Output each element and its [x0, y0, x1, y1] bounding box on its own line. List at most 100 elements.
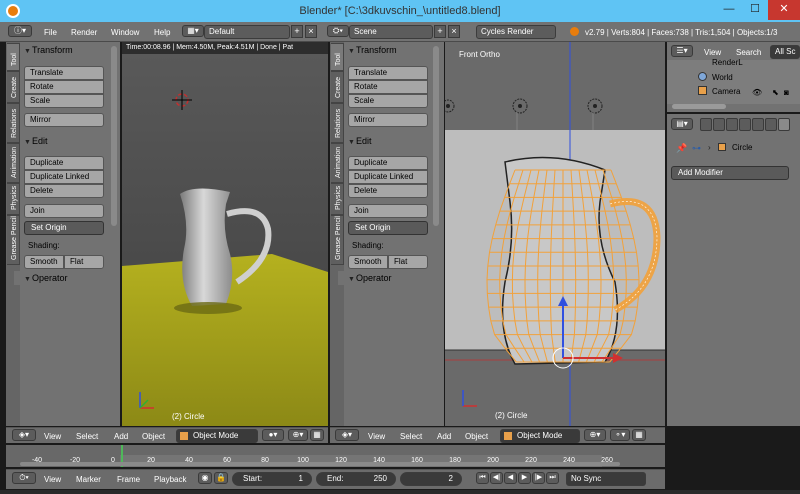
right-vp-mode-select[interactable]: Object Mode	[500, 429, 580, 443]
flat-button-2[interactable]: Flat	[388, 255, 428, 269]
jump-start-icon[interactable]: ⏮	[476, 472, 489, 484]
play-icon[interactable]: ▶	[518, 472, 531, 484]
outliner-scrollbar[interactable]	[672, 104, 726, 109]
outliner-search-menu[interactable]: Search	[736, 48, 761, 57]
current-frame-field[interactable]: 2	[400, 472, 462, 486]
right-vp-layers-icon[interactable]: ▦	[632, 429, 646, 441]
join-button-2[interactable]: Join	[348, 204, 428, 218]
duplicate-button-2[interactable]: Duplicate	[348, 156, 428, 170]
outliner-editor-type-icon[interactable]: ☰▾	[671, 45, 693, 57]
right-vp-pivot-icon[interactable]: ⚬▾	[610, 429, 630, 441]
timeline-marker-menu[interactable]: Marker	[76, 475, 101, 484]
screen-layout-icon[interactable]: ▦▾	[182, 25, 204, 37]
left-vp-layers-icon[interactable]: ▦	[310, 429, 324, 441]
timeline-editor-type-icon[interactable]: ⏱▾	[12, 472, 36, 484]
right-vp-select-menu[interactable]: Select	[400, 432, 422, 441]
rotate-button[interactable]: Rotate	[24, 80, 104, 94]
set-origin-select[interactable]: Set Origin	[24, 221, 104, 235]
transform-section-header[interactable]: ▼Transform	[24, 43, 110, 57]
play-reverse-icon[interactable]: ◀	[504, 472, 517, 484]
flat-button[interactable]: Flat	[64, 255, 104, 269]
layers-tab-icon[interactable]	[713, 118, 725, 131]
info-editor-type-icon[interactable]: ⓘ▾	[8, 25, 32, 37]
left-viewport-rendered[interactable]: Time:00:08.96 | Mem:4.50M, Peak:4.51M | …	[122, 42, 328, 426]
maximize-button[interactable]: ☐	[742, 0, 768, 20]
timeline-scrollbar[interactable]	[20, 462, 620, 466]
scene-select[interactable]: Scene	[349, 25, 433, 39]
right-vp-shading-icon[interactable]: ⊕▾	[584, 429, 606, 441]
add-layout-button[interactable]: +	[291, 25, 303, 38]
tab-relations-2[interactable]: Relations	[331, 103, 344, 143]
remove-layout-button[interactable]: ×	[305, 25, 317, 38]
left-vp-shading-icon[interactable]: ●▾	[262, 429, 284, 441]
right-vp-view-menu[interactable]: View	[368, 432, 385, 441]
timeline-frame-menu[interactable]: Frame	[117, 475, 140, 484]
tab-create-2[interactable]: Create	[331, 71, 344, 103]
eye-icon[interactable]: 👁	[752, 88, 762, 97]
translate-button[interactable]: Translate	[24, 66, 104, 80]
timeline-playback-menu[interactable]: Playback	[154, 475, 186, 484]
mirror-button[interactable]: Mirror	[24, 113, 104, 127]
tab-tool[interactable]: Tool	[7, 43, 20, 71]
constraints-tab-icon[interactable]	[765, 118, 777, 131]
close-button[interactable]: ✕	[768, 0, 800, 20]
join-button[interactable]: Join	[24, 204, 104, 218]
tab-grease-pencil-2[interactable]: Grease Pencil	[331, 215, 344, 265]
translate-button-2[interactable]: Translate	[348, 66, 428, 80]
edit-section-header[interactable]: ▼Edit	[24, 134, 110, 148]
screen-layout-select[interactable]: Default	[204, 25, 290, 39]
outliner-item-renderlayers[interactable]: RenderL	[712, 58, 743, 67]
next-key-icon[interactable]: |▶	[532, 472, 545, 484]
left-tool-scrollbar[interactable]	[111, 46, 117, 226]
right-viewport-wireframe[interactable]: Front Ortho (2) Circle	[445, 42, 665, 426]
scene-tab-icon[interactable]	[726, 118, 738, 131]
tab-animation[interactable]: Animation	[7, 143, 20, 183]
left-vp-mode-select[interactable]: Object Mode	[176, 429, 258, 443]
left-vp-add-menu[interactable]: Add	[114, 432, 128, 441]
smooth-button-2[interactable]: Smooth	[348, 255, 388, 269]
duplicate-linked-button[interactable]: Duplicate Linked	[24, 170, 104, 184]
object-tab-icon[interactable]	[752, 118, 764, 131]
right-vp-editor-type-icon[interactable]: ◈▾	[335, 429, 359, 441]
menu-file[interactable]: File	[44, 28, 57, 37]
modifiers-tab-icon[interactable]	[778, 118, 790, 131]
remove-scene-button[interactable]: ×	[448, 25, 460, 38]
left-vp-editor-type-icon[interactable]: ◈▾	[12, 429, 36, 441]
cursor-icon[interactable]: ⬉	[772, 88, 779, 97]
delete-button[interactable]: Delete	[24, 184, 104, 198]
prev-key-icon[interactable]: ◀|	[490, 472, 503, 484]
left-vp-object-menu[interactable]: Object	[142, 432, 165, 441]
outliner-item-world[interactable]: World	[712, 73, 733, 82]
tab-create[interactable]: Create	[7, 71, 20, 103]
tab-grease-pencil[interactable]: Grease Pencil	[7, 215, 20, 265]
delete-button-2[interactable]: Delete	[348, 184, 428, 198]
outliner-display-select[interactable]: All Sc	[770, 45, 800, 59]
outliner-item-camera[interactable]: Camera	[712, 87, 740, 96]
scene-icon[interactable]: ⛭▾	[327, 25, 349, 37]
properties-editor-type-icon[interactable]: ▤▾	[671, 118, 693, 130]
start-frame-field[interactable]: Start: 1	[232, 472, 312, 486]
mirror-button-2[interactable]: Mirror	[348, 113, 428, 127]
record-icon[interactable]: ◉	[198, 472, 212, 484]
tab-tool-2[interactable]: Tool	[331, 43, 344, 71]
world-tab-icon[interactable]	[739, 118, 751, 131]
edit-section-header-2[interactable]: ▼Edit	[348, 134, 434, 148]
render-tab-icon[interactable]	[700, 118, 712, 131]
lock-icon[interactable]: 🔒	[214, 472, 228, 484]
left-vp-select-menu[interactable]: Select	[76, 432, 98, 441]
operator-section-header[interactable]: ▼Operator	[14, 271, 110, 285]
scale-button-2[interactable]: Scale	[348, 94, 428, 108]
jump-end-icon[interactable]: ⏭	[546, 472, 559, 484]
sync-mode-select[interactable]: No Sync	[566, 472, 646, 486]
right-vp-object-menu[interactable]: Object	[465, 432, 488, 441]
tab-animation-2[interactable]: Animation	[331, 143, 344, 183]
tab-physics-2[interactable]: Physics	[331, 183, 344, 215]
duplicate-button[interactable]: Duplicate	[24, 156, 104, 170]
left-vp-view-menu[interactable]: View	[44, 432, 61, 441]
minimize-button[interactable]: —	[716, 0, 742, 20]
render-engine-select[interactable]: Cycles Render	[476, 25, 556, 39]
add-scene-button[interactable]: +	[434, 25, 446, 38]
menu-window[interactable]: Window	[111, 28, 139, 37]
end-frame-field[interactable]: End: 250	[316, 472, 396, 486]
operator-section-header-2[interactable]: ▼Operator	[338, 271, 434, 285]
